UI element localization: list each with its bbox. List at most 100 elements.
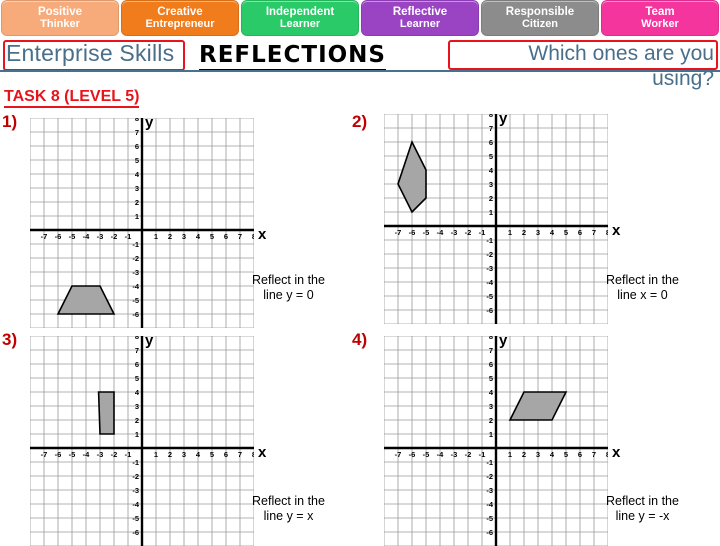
svg-text:5: 5 xyxy=(489,374,493,383)
graph-4-x-axis-label: x xyxy=(612,444,621,461)
svg-text:1: 1 xyxy=(135,212,139,221)
svg-text:6: 6 xyxy=(224,450,228,459)
svg-text:1: 1 xyxy=(489,208,493,217)
svg-text:-3: -3 xyxy=(451,228,458,237)
svg-text:7: 7 xyxy=(238,450,242,459)
svg-text:7: 7 xyxy=(238,232,242,241)
graph-2-x-axis-label: x xyxy=(612,222,621,239)
svg-text:5: 5 xyxy=(135,156,139,165)
svg-text:1: 1 xyxy=(508,450,512,459)
svg-text:6: 6 xyxy=(135,360,139,369)
graph-3-number: 3) xyxy=(2,330,18,349)
svg-text:-6: -6 xyxy=(409,450,416,459)
svg-text:-1: -1 xyxy=(132,240,139,249)
skill-tab-independent-learner[interactable]: Independent Learner xyxy=(241,0,359,36)
svg-text:5: 5 xyxy=(210,450,214,459)
graph-1-y-axis-label: y xyxy=(145,114,154,131)
svg-text:-3: -3 xyxy=(132,268,139,277)
svg-text:4: 4 xyxy=(489,388,494,397)
svg-text:-6: -6 xyxy=(55,450,62,459)
svg-text:-1: -1 xyxy=(486,458,493,467)
svg-text:6: 6 xyxy=(489,360,493,369)
skill-tab-line-2: Learner xyxy=(399,18,441,30)
graph-2-caption: Reflect in the line x = 0 xyxy=(606,273,679,303)
skill-tab-reflective-learner[interactable]: Reflective Learner xyxy=(361,0,479,36)
svg-text:3: 3 xyxy=(489,402,493,411)
svg-text:5: 5 xyxy=(489,152,493,161)
caption-line-1: Reflect in the xyxy=(606,273,679,287)
skill-tab-positive-thinker[interactable]: Positive Thinker xyxy=(1,0,119,36)
svg-text:8: 8 xyxy=(489,114,493,119)
skill-tab-line-2: Worker xyxy=(641,18,679,30)
svg-text:3: 3 xyxy=(489,180,493,189)
svg-text:7: 7 xyxy=(592,450,596,459)
graph-4-shape-parallelogram xyxy=(508,391,568,421)
svg-text:-4: -4 xyxy=(132,282,139,291)
svg-text:-1: -1 xyxy=(486,236,493,245)
header-divider xyxy=(0,70,720,72)
svg-text:7: 7 xyxy=(592,228,596,237)
svg-text:7: 7 xyxy=(135,128,139,137)
svg-text:-2: -2 xyxy=(465,450,472,459)
svg-text:-5: -5 xyxy=(132,296,139,305)
svg-text:-4: -4 xyxy=(486,500,493,509)
svg-text:-1: -1 xyxy=(125,450,132,459)
skill-tab-line-2: Citizen xyxy=(521,18,559,30)
svg-text:2: 2 xyxy=(168,450,172,459)
skill-tab-line-2: Entrepreneur xyxy=(145,18,215,30)
svg-text:-7: -7 xyxy=(395,228,402,237)
svg-text:-4: -4 xyxy=(437,228,444,237)
graph-1-shape-trapezium xyxy=(56,285,116,315)
graph-1-number: 1) xyxy=(2,112,18,131)
skill-tab-line-1: Reflective xyxy=(392,5,448,18)
svg-text:2: 2 xyxy=(489,416,493,425)
svg-text:-3: -3 xyxy=(97,232,104,241)
svg-text:3: 3 xyxy=(135,402,139,411)
graph-2-number: 2) xyxy=(352,112,368,131)
svg-text:3: 3 xyxy=(536,228,540,237)
svg-text:-5: -5 xyxy=(423,450,430,459)
svg-text:-2: -2 xyxy=(486,250,493,259)
svg-text:-3: -3 xyxy=(132,486,139,495)
graph-4: -7-6-5-4-3-2-11234567887654321-1-2-3-4-5… xyxy=(384,332,620,546)
svg-text:8: 8 xyxy=(606,228,608,237)
graph-2-shape-kite xyxy=(397,139,427,214)
svg-text:-6: -6 xyxy=(55,232,62,241)
svg-text:7: 7 xyxy=(489,124,493,133)
skill-tab-line-1: Independent xyxy=(265,5,335,18)
svg-text:1: 1 xyxy=(154,450,158,459)
svg-text:-2: -2 xyxy=(132,472,139,481)
svg-text:6: 6 xyxy=(224,232,228,241)
skill-tab-line-1: Team xyxy=(645,5,675,18)
svg-text:-6: -6 xyxy=(132,310,139,319)
svg-text:6: 6 xyxy=(489,138,493,147)
svg-text:6: 6 xyxy=(578,450,582,459)
svg-text:1: 1 xyxy=(508,228,512,237)
svg-text:3: 3 xyxy=(182,232,186,241)
graph-1-caption: Reflect in the line y = 0 xyxy=(252,273,325,303)
svg-text:3: 3 xyxy=(135,184,139,193)
svg-text:6: 6 xyxy=(578,228,582,237)
svg-text:-6: -6 xyxy=(486,306,493,315)
svg-text:-4: -4 xyxy=(486,278,493,287)
caption-line-2: line x = 0 xyxy=(617,288,668,302)
svg-text:4: 4 xyxy=(196,232,201,241)
svg-text:2: 2 xyxy=(135,198,139,207)
svg-text:-1: -1 xyxy=(125,232,132,241)
page-title: REFLECTIONS xyxy=(199,42,386,71)
svg-text:-2: -2 xyxy=(486,472,493,481)
skill-tab-creative-entrepreneur[interactable]: Creative Entrepreneur xyxy=(121,0,239,36)
svg-text:-2: -2 xyxy=(132,254,139,263)
skill-tab-responsible-citizen[interactable]: Responsible Citizen xyxy=(481,0,599,36)
skill-tab-line-1: Responsible xyxy=(505,5,575,18)
svg-text:2: 2 xyxy=(522,228,526,237)
skill-tab-team-worker[interactable]: Team Worker xyxy=(601,0,719,36)
svg-text:8: 8 xyxy=(606,450,608,459)
svg-text:-5: -5 xyxy=(486,514,493,523)
svg-text:4: 4 xyxy=(550,228,555,237)
svg-text:-7: -7 xyxy=(41,450,48,459)
caption-line-1: Reflect in the xyxy=(252,494,325,508)
graph-4-number: 4) xyxy=(352,330,368,349)
svg-text:5: 5 xyxy=(135,374,139,383)
svg-text:-6: -6 xyxy=(486,528,493,537)
